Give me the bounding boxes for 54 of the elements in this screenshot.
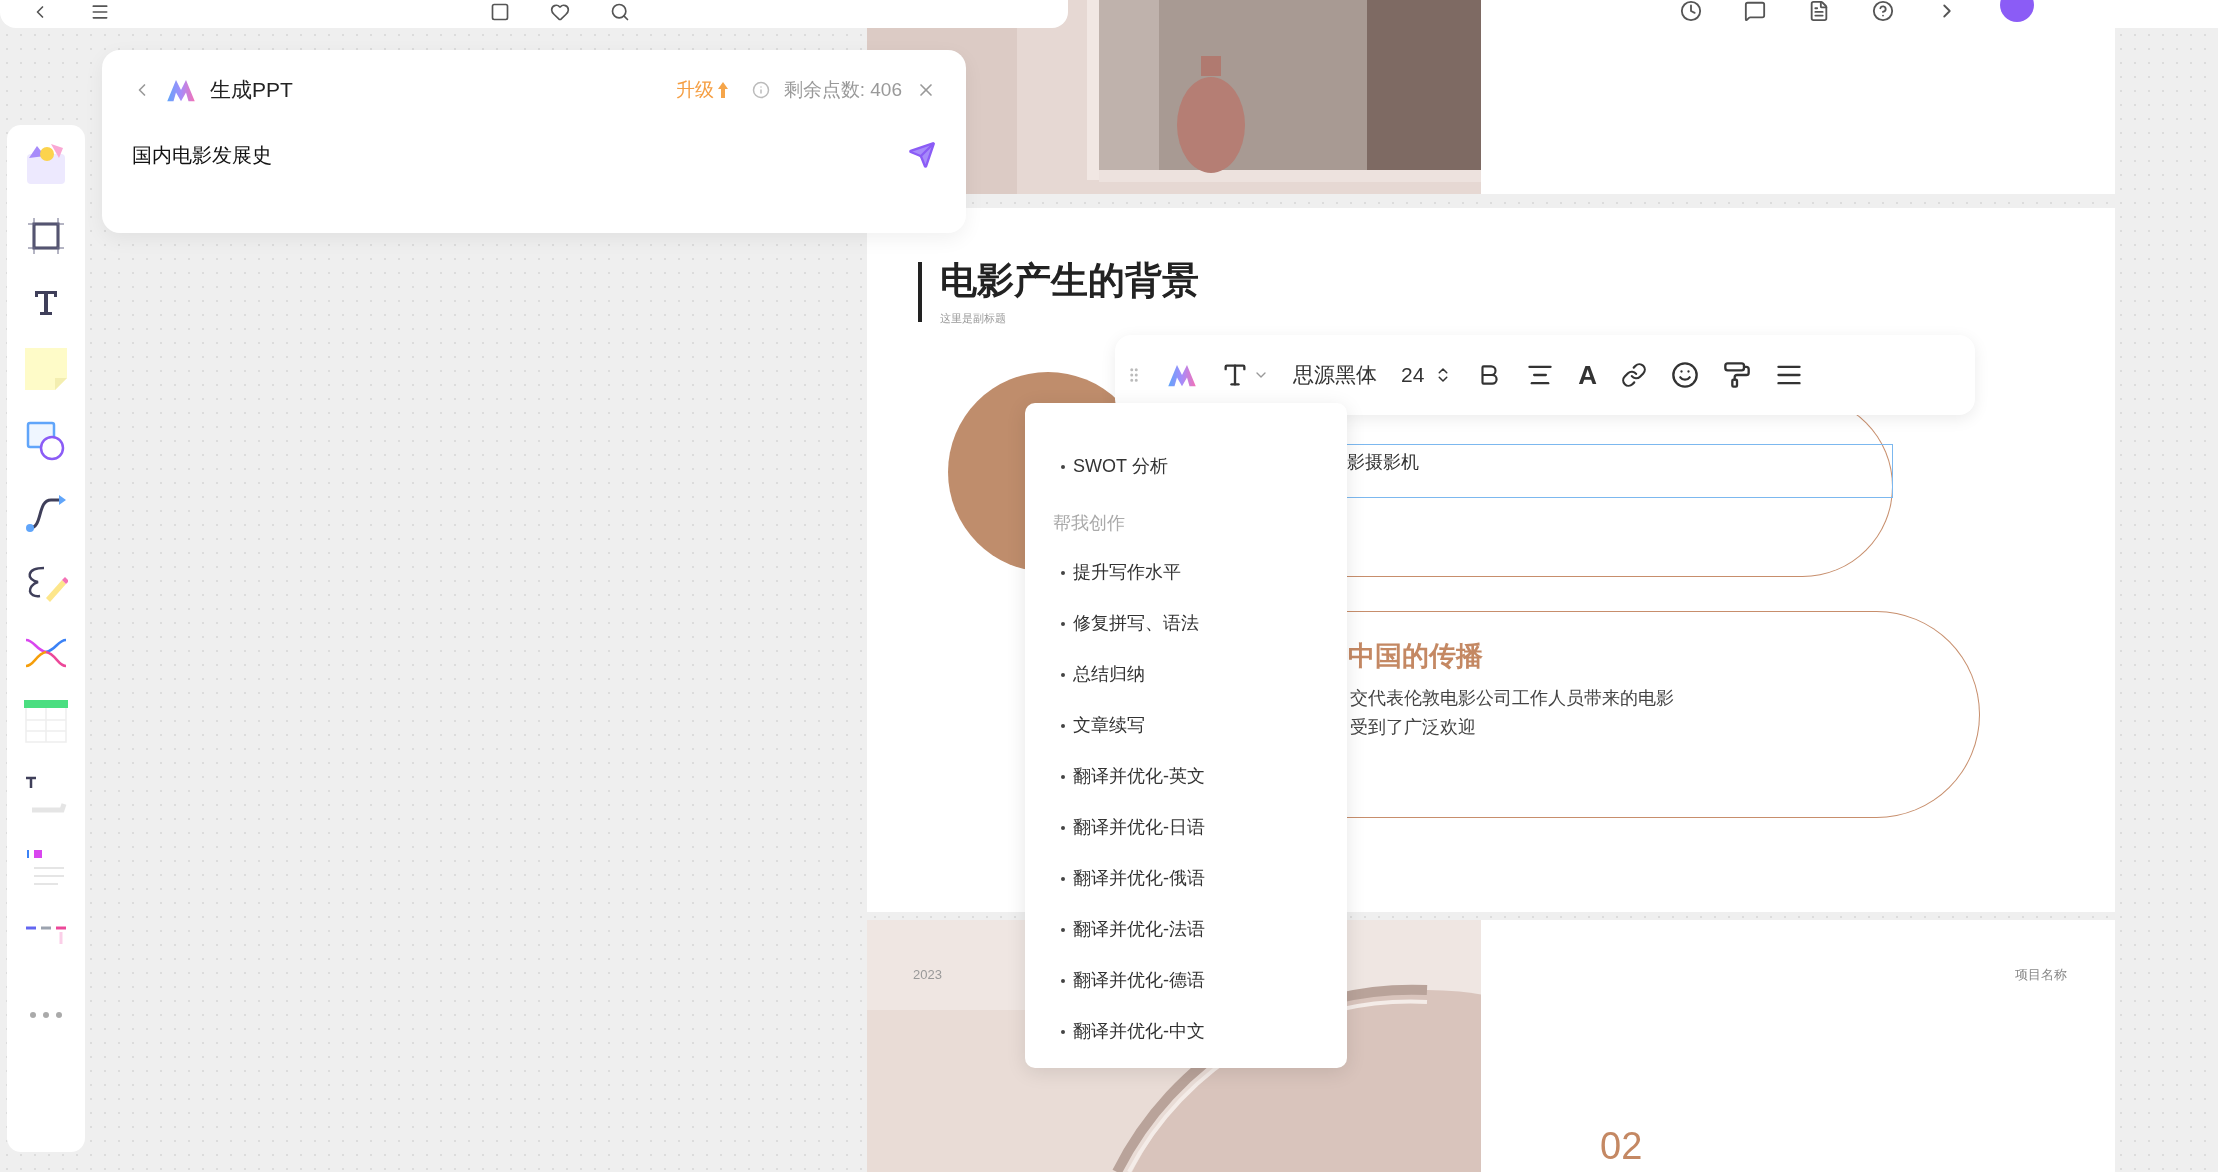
points-remaining: 剩余点数: 406 xyxy=(783,77,902,102)
document-icon[interactable] xyxy=(1808,0,1830,22)
menu-item[interactable]: 翻译并优化-法语 xyxy=(1073,916,1205,943)
menu-item[interactable]: 翻译并优化-英文 xyxy=(1073,763,1205,790)
bullet-icon xyxy=(1061,672,1065,677)
arrow-up-icon xyxy=(717,82,728,98)
help-icon[interactable] xyxy=(1872,0,1894,22)
search-icon[interactable] xyxy=(610,2,630,22)
frame-icon[interactable] xyxy=(490,2,510,22)
slide-subtitle: 这里是副标题 xyxy=(940,311,1006,326)
link-icon[interactable] xyxy=(1621,362,1648,388)
bullet-icon xyxy=(1061,927,1065,932)
bullet-icon xyxy=(1061,774,1065,779)
menu-icon[interactable] xyxy=(90,2,110,22)
menu-item[interactable]: 翻译并优化-中文 xyxy=(1073,1018,1205,1045)
bullet-icon xyxy=(1061,1029,1065,1034)
bullet-icon xyxy=(1061,621,1065,626)
font-color-button[interactable]: A xyxy=(1578,362,1598,388)
connector-icon[interactable] xyxy=(25,492,67,534)
menu-item[interactable]: 修复拼写、语法 xyxy=(1073,610,1199,637)
paragraph-line: 交代表伦敦电影公司工作人员带来的电影 xyxy=(1350,687,1674,710)
section-heading: 中国的传播 xyxy=(1348,640,1483,673)
menu-item[interactable]: SWOT 分析 xyxy=(1073,453,1168,480)
bullet-icon xyxy=(1061,464,1065,469)
text-card-icon[interactable] xyxy=(24,774,68,816)
menu-item[interactable]: 翻译并优化-日语 xyxy=(1073,814,1205,841)
info-icon xyxy=(751,81,770,99)
font-dropdown[interactable]: 思源黑体 xyxy=(1293,359,1377,391)
emoji-icon[interactable] xyxy=(1671,361,1700,389)
bullet-icon xyxy=(1061,723,1065,728)
slide-number: 02 xyxy=(1600,1124,1643,1169)
shapes-icon[interactable] xyxy=(25,420,67,462)
menu-item[interactable]: 文章续写 xyxy=(1073,712,1145,739)
clock-icon[interactable] xyxy=(1680,0,1702,22)
format-painter-icon[interactable] xyxy=(1723,361,1752,389)
bullet-icon xyxy=(1061,978,1065,983)
frame-icon[interactable] xyxy=(26,216,66,256)
menu-item[interactable]: 翻译并优化-德语 xyxy=(1073,967,1205,994)
menu-item[interactable]: 提升写作水平 xyxy=(1073,559,1181,586)
bullet-icon xyxy=(1061,570,1065,575)
year-label: 2023 xyxy=(913,966,942,984)
menu-item[interactable]: 总结归纳 xyxy=(1073,661,1145,688)
panel-title: 生成PPT xyxy=(210,77,293,104)
bullet-icon xyxy=(1061,876,1065,881)
menu-item[interactable]: 翻译并优化-俄语 xyxy=(1073,865,1205,892)
send-icon[interactable] xyxy=(908,141,936,169)
bullet-icon xyxy=(1061,825,1065,830)
slide-title: 电影产生的背景 xyxy=(940,262,1199,299)
prompt-field[interactable]: 国内电影发展史 xyxy=(132,140,908,170)
project-label: 项目名称 xyxy=(2015,966,2067,984)
font-size-field[interactable]: 24 xyxy=(1401,359,1425,391)
paragraph-line: 受到了广泛欢迎 xyxy=(1350,716,1476,739)
comment-icon[interactable] xyxy=(1744,0,1766,22)
menu-section-heading: 帮我创作 xyxy=(1053,512,1125,535)
